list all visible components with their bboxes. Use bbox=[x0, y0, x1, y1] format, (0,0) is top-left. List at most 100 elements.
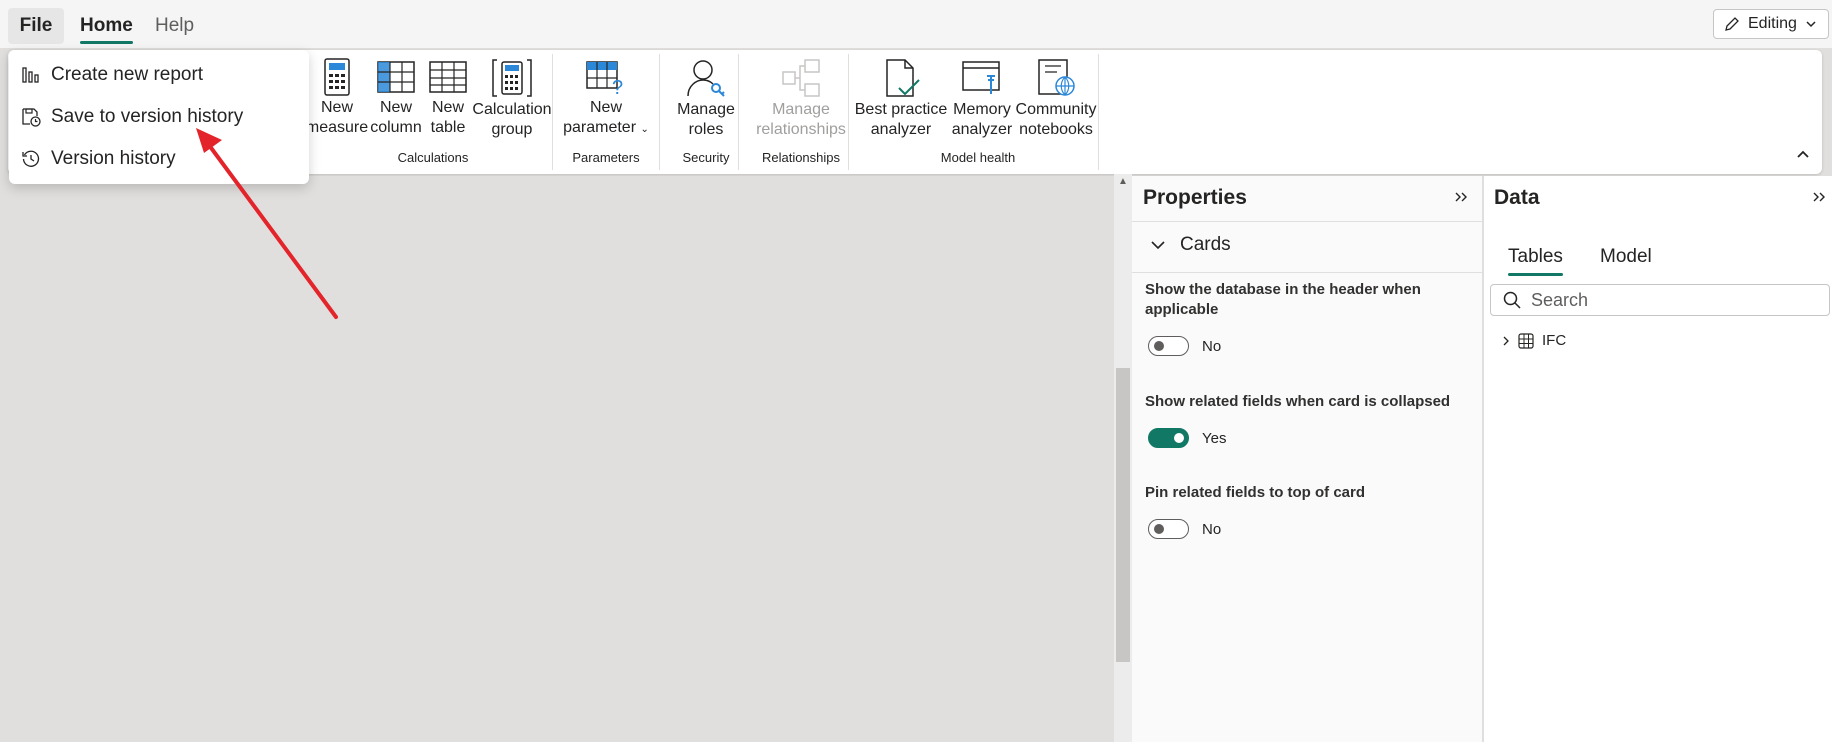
menu-item-version-history[interactable]: Version history bbox=[21, 141, 176, 177]
best-practice-label-1: Best practice bbox=[854, 101, 948, 118]
manage-relationships-label-1: Manage bbox=[772, 101, 830, 118]
menu-item-save-to-version-history[interactable]: Save to version history bbox=[21, 99, 243, 135]
chevron-right-icon[interactable] bbox=[1502, 335, 1510, 347]
scroll-thumb[interactable] bbox=[1116, 368, 1130, 662]
setting-show-related-fields-label: Show related fields when card is collaps… bbox=[1145, 393, 1451, 410]
group-label-parameters: Parameters bbox=[572, 150, 640, 165]
new-column-icon bbox=[377, 61, 415, 93]
manage-relationships-label-2: relationships bbox=[756, 121, 846, 138]
group-label-security: Security bbox=[682, 150, 730, 165]
svg-text:?: ? bbox=[612, 77, 623, 96]
search-input[interactable]: Search bbox=[1490, 284, 1830, 316]
data-pane: Data Tables Model Search IFC bbox=[1484, 176, 1832, 742]
setting-show-database-label: Show the database in the header when app… bbox=[1145, 281, 1421, 318]
ribbon-separator bbox=[1098, 54, 1099, 170]
memory-analyzer-button[interactable]: Memory analyzer bbox=[944, 58, 1020, 140]
parameter-icon: ? bbox=[586, 61, 623, 96]
manage-roles-button[interactable]: Manage roles bbox=[668, 58, 744, 140]
memory-analyzer-label-1: Memory bbox=[953, 101, 1011, 118]
ribbon-separator bbox=[552, 54, 553, 170]
top-menu-bar: File Home Help Editing bbox=[0, 0, 1832, 48]
section-label: Cards bbox=[1180, 234, 1231, 255]
expand-pane-chevron-icon[interactable] bbox=[1812, 190, 1826, 206]
tab-model[interactable]: Model bbox=[1600, 246, 1652, 268]
group-label-model-health: Model health bbox=[940, 150, 1016, 165]
toggle-knob bbox=[1174, 433, 1184, 443]
properties-pane: Properties Cards Show the database in th… bbox=[1132, 176, 1483, 742]
expand-pane-chevron-icon[interactable] bbox=[1454, 190, 1468, 206]
memory-analyzer-icon bbox=[962, 61, 1000, 94]
model-canvas[interactable] bbox=[0, 176, 1114, 742]
collapse-ribbon-chevron-icon[interactable] bbox=[1796, 146, 1810, 162]
table-icon bbox=[429, 61, 467, 93]
menu-item-create-new-report[interactable]: Create new report bbox=[21, 57, 203, 93]
chevron-down-icon bbox=[1151, 241, 1165, 250]
calculation-group-button[interactable]: Calculation group bbox=[464, 58, 560, 140]
table-name: IFC bbox=[1542, 332, 1567, 349]
show-database-toggle[interactable] bbox=[1148, 336, 1189, 356]
tab-tables[interactable]: Tables bbox=[1508, 246, 1563, 276]
mode-label: Editing bbox=[1748, 15, 1797, 32]
calculator-icon bbox=[324, 58, 350, 96]
new-parameter-button[interactable]: ? New parameter ⌄ bbox=[562, 58, 650, 140]
new-parameter-label-1: New bbox=[589, 99, 622, 116]
data-title: Data bbox=[1494, 186, 1540, 209]
cards-section-header[interactable]: Cards bbox=[1150, 234, 1231, 256]
calculation-group-label-1: Calculation bbox=[472, 101, 552, 118]
show-related-fields-toggle[interactable] bbox=[1148, 428, 1189, 448]
document-check-icon bbox=[886, 59, 920, 97]
toggle-knob bbox=[1154, 524, 1164, 534]
group-label-relationships: Relationships bbox=[761, 150, 841, 165]
search-placeholder: Search bbox=[1531, 289, 1589, 310]
notebook-globe-icon bbox=[1038, 59, 1075, 96]
search-icon bbox=[1503, 291, 1521, 309]
scroll-up-arrow-icon[interactable]: ▲ bbox=[1118, 176, 1128, 187]
manage-relationships-button[interactable]: Manage relationships bbox=[746, 58, 856, 140]
show-related-fields-state: Yes bbox=[1202, 430, 1227, 447]
divider bbox=[1132, 272, 1482, 273]
pencil-icon bbox=[1725, 17, 1739, 31]
memory-analyzer-label-2: analyzer bbox=[951, 121, 1013, 138]
user-key-icon bbox=[687, 60, 725, 97]
community-notebooks-button[interactable]: Community notebooks bbox=[1010, 58, 1102, 140]
pin-related-fields-toggle[interactable] bbox=[1148, 519, 1189, 539]
calculation-group-icon bbox=[492, 59, 532, 97]
group-label-calculations: Calculations bbox=[397, 150, 469, 165]
best-practice-analyzer-button[interactable]: Best practice analyzer bbox=[854, 58, 948, 140]
best-practice-label-2: analyzer bbox=[870, 121, 932, 138]
chevron-down-icon: ⌄ bbox=[640, 124, 649, 135]
new-parameter-label-text: parameter bbox=[563, 119, 637, 136]
relationships-icon bbox=[782, 59, 820, 97]
mode-dropdown[interactable]: Editing bbox=[1713, 9, 1829, 39]
menu-item-label: Save to version history bbox=[51, 106, 244, 127]
menu-help[interactable]: Help bbox=[143, 8, 206, 44]
chevron-down-icon bbox=[1806, 21, 1816, 28]
show-database-state: No bbox=[1202, 338, 1222, 355]
menu-item-label: Create new report bbox=[51, 64, 204, 85]
bar-chart-icon bbox=[22, 67, 39, 83]
toggle-knob bbox=[1154, 341, 1164, 351]
setting-pin-related-fields-label: Pin related fields to top of card bbox=[1145, 484, 1366, 501]
properties-title: Properties bbox=[1143, 186, 1247, 209]
ribbon-separator bbox=[659, 54, 660, 170]
ribbon-separator bbox=[848, 54, 849, 170]
menu-item-label: Version history bbox=[51, 148, 176, 169]
menu-file[interactable]: File bbox=[8, 8, 64, 44]
canvas-vertical-scrollbar[interactable]: ▲ bbox=[1114, 174, 1132, 742]
menu-home-label: Home bbox=[80, 15, 133, 36]
calculation-group-label-2: group bbox=[491, 121, 533, 138]
menu-home[interactable]: Home bbox=[68, 8, 145, 44]
manage-roles-label-1: Manage bbox=[677, 101, 735, 118]
pin-related-fields-state: No bbox=[1202, 521, 1222, 538]
history-icon bbox=[22, 150, 40, 167]
ribbon-separator bbox=[738, 54, 739, 170]
divider bbox=[1132, 221, 1482, 222]
manage-roles-label-2: roles bbox=[688, 121, 724, 138]
table-tree-item[interactable]: IFC bbox=[1502, 332, 1566, 349]
file-dropdown-menu: Create new report Save to version histor… bbox=[9, 50, 309, 184]
active-tab-indicator bbox=[80, 41, 133, 44]
community-notebooks-label-2: notebooks bbox=[1019, 121, 1093, 138]
new-parameter-label-2: parameter ⌄ bbox=[562, 118, 650, 140]
save-history-icon bbox=[22, 108, 41, 127]
community-notebooks-label-1: Community bbox=[1015, 101, 1097, 118]
